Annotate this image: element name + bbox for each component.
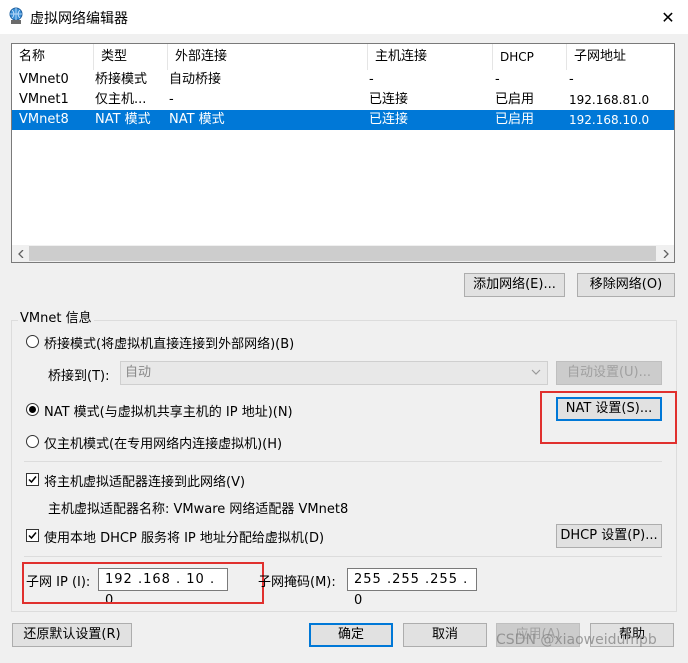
connect-adapter-checkbox[interactable] [26,473,39,486]
watermark-text: CSDN @xiaoweidumpb [496,632,657,648]
cell-name: VMnet1 [19,92,69,107]
bridged-mode-label[interactable]: 桥接模式(将虚拟机直接连接到外部网络)(B) [44,333,294,352]
horizontal-scrollbar[interactable] [12,245,674,262]
dhcp-checkbox[interactable] [26,529,39,542]
restore-defaults-button[interactable]: 还原默认设置(R) [12,623,132,647]
checkmark-icon [28,532,37,540]
network-globe-icon [7,7,25,25]
nat-mode-radio[interactable] [26,403,39,416]
cell-name: VMnet8 [19,112,69,127]
add-network-button[interactable]: 添加网络(E)... [464,273,565,297]
bridged-to-value: 自动 [125,365,152,380]
close-icon: ✕ [661,7,675,27]
cell-subnet: 192.168.10.0 [569,113,650,127]
chevron-down-icon [531,362,541,384]
checkmark-icon [28,476,37,484]
scroll-left-icon[interactable] [12,245,29,262]
column-header-dhcp[interactable]: DHCP [493,44,567,70]
cell-host: 已连接 [369,92,409,107]
auto-settings-button[interactable]: 自动设置(U)... [556,361,662,385]
cell-name: VMnet0 [19,72,69,87]
dhcp-settings-button[interactable]: DHCP 设置(P)... [556,524,662,548]
cell-host: - [369,72,374,87]
cell-dhcp: 已启用 [495,112,535,127]
cell-external: - [169,92,174,107]
column-header-subnet[interactable]: 子网地址 [567,44,674,70]
cell-external: NAT 模式 [169,112,225,127]
highlight-box-subnet [22,562,264,604]
column-header-external[interactable]: 外部连接 [168,44,368,70]
column-header-name[interactable]: 名称 [12,44,94,70]
column-header-type[interactable]: 类型 [94,44,168,70]
adapter-name-text: 主机虚拟适配器名称: VMware 网络适配器 VMnet8 [48,502,349,517]
cancel-button[interactable]: 取消 [403,623,487,647]
connect-adapter-label[interactable]: 将主机虚拟适配器连接到此网络(V) [44,471,245,490]
cell-type: 仅主机... [95,92,147,107]
bridged-mode-radio[interactable] [26,335,39,348]
table-row-selected[interactable]: VMnet8 NAT 模式 NAT 模式 已连接 已启用 192.168.10.… [12,110,674,130]
table-row[interactable]: VMnet1 仅主机... - 已连接 已启用 192.168.81.0 [12,90,674,110]
column-header-host[interactable]: 主机连接 [368,44,493,70]
host-only-mode-label[interactable]: 仅主机模式(在专用网络内连接虚拟机)(H) [44,433,282,452]
table-row[interactable]: VMnet0 桥接模式 自动桥接 - - - [12,70,674,90]
cell-subnet: - [569,72,574,87]
close-button[interactable]: ✕ [648,0,688,34]
host-only-mode-radio[interactable] [26,435,39,448]
divider [24,556,662,557]
highlight-box-nat [540,391,677,444]
scroll-right-icon[interactable] [657,245,674,262]
window-title: 虚拟网络编辑器 [30,11,128,27]
bridged-to-select[interactable]: 自动 [120,361,548,385]
remove-network-button[interactable]: 移除网络(O) [577,273,675,297]
cell-dhcp: 已启用 [495,92,535,107]
scrollbar-thumb[interactable] [29,246,656,261]
cell-external: 自动桥接 [169,72,222,87]
dhcp-label[interactable]: 使用本地 DHCP 服务将 IP 地址分配给虚拟机(D) [44,527,324,546]
cell-host: 已连接 [369,112,409,127]
subnet-mask-field[interactable]: 255 .255 .255 . 0 [347,568,477,608]
ok-button[interactable]: 确定 [309,623,393,647]
cell-dhcp: - [495,72,500,87]
cell-type: 桥接模式 [95,72,148,87]
cell-type: NAT 模式 [95,112,151,127]
bridged-to-label: 桥接到(T): [48,369,110,384]
vmnet-info-title: VMnet 信息 [18,307,94,326]
nat-mode-label[interactable]: NAT 模式(与虚拟机共享主机的 IP 地址)(N) [44,401,293,420]
cell-subnet: 192.168.81.0 [569,93,650,107]
subnet-mask-label: 子网掩码(M): [258,575,336,590]
network-list[interactable]: 名称 类型 外部连接 主机连接 DHCP 子网地址 VMnet0 桥接模式 自动… [11,43,675,263]
divider [24,461,662,462]
